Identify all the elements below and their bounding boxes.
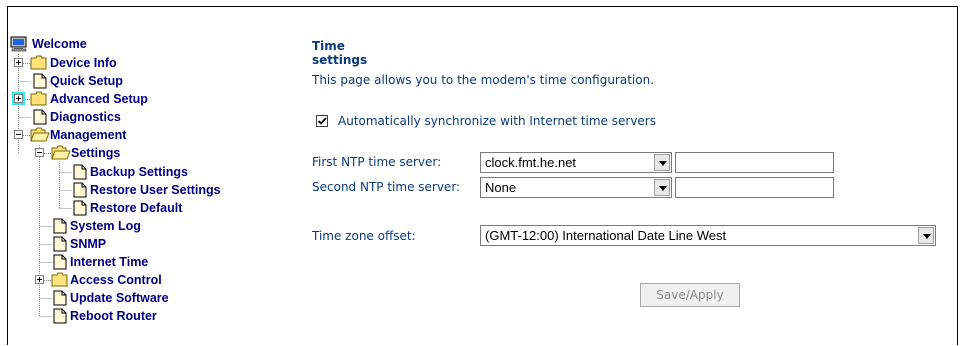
tree-label-reboot-router[interactable]: Reboot Router	[70, 307, 157, 325]
expand-icon[interactable]	[14, 94, 23, 103]
page-icon	[33, 73, 47, 89]
page-icon	[33, 109, 47, 125]
tree-label-update-software[interactable]: Update Software	[70, 289, 169, 307]
auto-sync-label[interactable]: Automatically synchronize with Internet …	[338, 114, 656, 128]
tree-label-management[interactable]: Management	[50, 126, 126, 144]
first-ntp-select[interactable]: clock.fmt.he.net	[480, 152, 672, 173]
tree-label-welcome[interactable]: Welcome	[32, 35, 87, 53]
tree-label-restore-default[interactable]: Restore Default	[90, 199, 182, 217]
tree-label-access-control[interactable]: Access Control	[70, 271, 162, 289]
tree-label-quick-setup[interactable]: Quick Setup	[50, 72, 123, 90]
chevron-down-icon[interactable]	[654, 179, 670, 196]
first-ntp-other-input[interactable]	[675, 152, 834, 173]
tree-label-advanced-setup[interactable]: Advanced Setup	[50, 90, 148, 108]
second-ntp-select[interactable]: None	[480, 177, 672, 198]
expand-icon[interactable]	[35, 275, 44, 284]
page-frame: Welcome Device Info Quick Setup Advanced…	[7, 6, 958, 345]
tz-select-value: (GMT-12:00) International Date Line West	[485, 228, 727, 243]
page-icon	[53, 308, 67, 324]
nav-tree: Welcome Device Info Quick Setup Advanced…	[8, 7, 308, 346]
computer-icon	[10, 36, 27, 52]
tz-label: Time zone offset:	[312, 229, 416, 243]
page-icon	[73, 200, 87, 216]
page-icon	[53, 290, 67, 306]
tree-label-system-log[interactable]: System Log	[70, 217, 141, 235]
first-ntp-label: First NTP time server:	[312, 155, 442, 169]
tz-select[interactable]: (GMT-12:00) International Date Line West	[480, 225, 936, 246]
tree-label-settings[interactable]: Settings	[71, 144, 120, 162]
page-icon	[73, 164, 87, 180]
folder-icon	[30, 91, 47, 106]
chevron-down-icon[interactable]	[654, 154, 670, 171]
tree-label-internet-time[interactable]: Internet Time	[70, 253, 148, 271]
second-ntp-other-input[interactable]	[675, 177, 834, 198]
chevron-down-icon[interactable]	[918, 227, 934, 244]
expand-icon[interactable]	[14, 58, 23, 67]
first-ntp-select-value: clock.fmt.he.net	[485, 155, 577, 170]
second-ntp-select-value: None	[485, 180, 517, 195]
page-description: This page allows you to the modem's time…	[312, 73, 655, 87]
open-folder-icon	[51, 145, 71, 160]
open-folder-icon	[30, 127, 50, 142]
page-icon	[53, 218, 67, 234]
page-title: Time settings	[312, 39, 368, 67]
page-icon	[53, 254, 67, 270]
auto-sync-checkbox[interactable]	[316, 115, 328, 127]
folder-icon	[51, 272, 68, 287]
collapse-icon[interactable]	[14, 130, 23, 139]
tree-label-device-info[interactable]: Device Info	[50, 54, 117, 72]
tree-label-backup-settings[interactable]: Backup Settings	[90, 163, 188, 181]
folder-icon	[30, 55, 47, 70]
page-icon	[53, 236, 67, 252]
checkmark-icon	[317, 117, 327, 125]
tree-label-diagnostics[interactable]: Diagnostics	[50, 108, 121, 126]
page-icon	[73, 182, 87, 198]
second-ntp-label: Second NTP time server:	[312, 180, 461, 194]
tree-label-restore-user-settings[interactable]: Restore User Settings	[90, 181, 221, 199]
collapse-icon[interactable]	[35, 148, 44, 157]
save-apply-button[interactable]: Save/Apply	[640, 283, 740, 307]
tree-label-snmp[interactable]: SNMP	[70, 235, 106, 253]
